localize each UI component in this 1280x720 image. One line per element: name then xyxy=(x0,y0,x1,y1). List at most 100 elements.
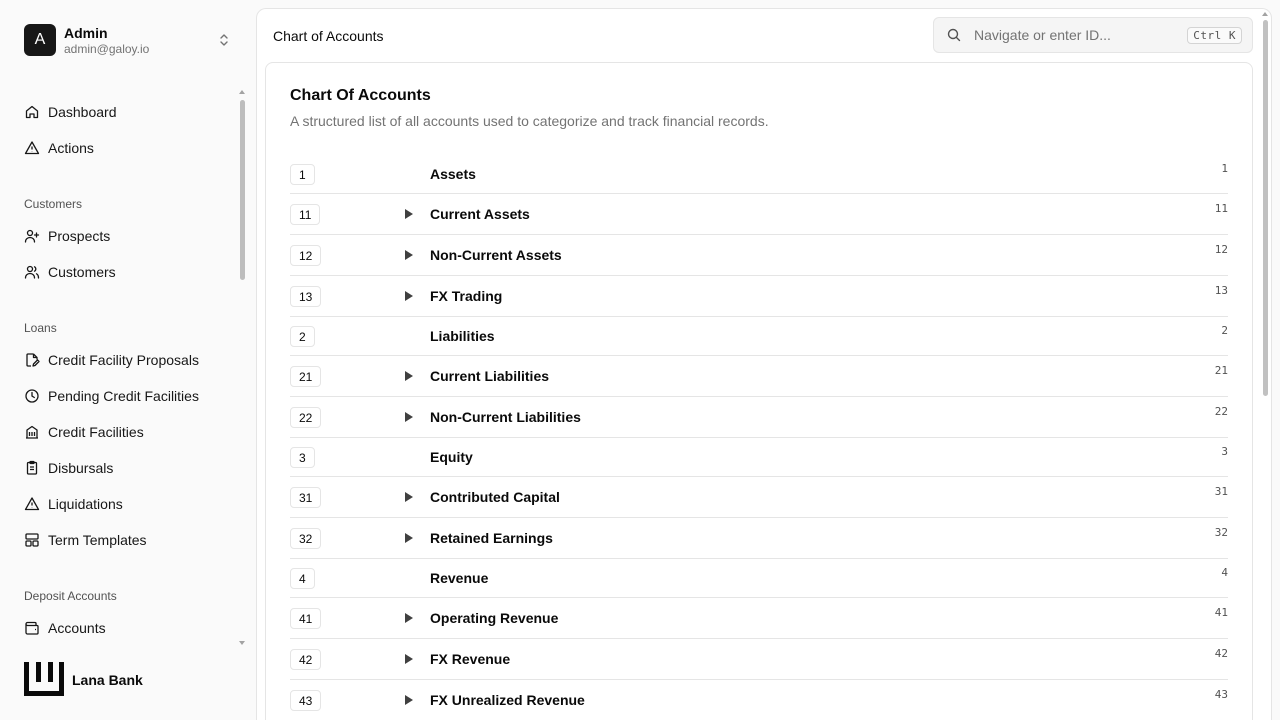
account-code: 3 xyxy=(1221,445,1228,458)
expand-caret-icon[interactable] xyxy=(405,533,413,543)
account-code: 4 xyxy=(1221,566,1228,579)
account-code: 32 xyxy=(1214,526,1228,539)
account-row[interactable]: 31 Contributed Capital 31 xyxy=(290,477,1228,518)
account-code: 42 xyxy=(1214,647,1228,660)
keyboard-shortcut: Ctrl K xyxy=(1187,26,1242,44)
card-title: Chart Of Accounts xyxy=(290,87,431,104)
search-icon xyxy=(947,28,961,42)
account-code-badge: 41 xyxy=(290,608,322,629)
user-name: Admin xyxy=(64,24,108,41)
account-row: 4 Revenue 4 xyxy=(290,559,1228,598)
expand-caret-icon[interactable] xyxy=(405,492,413,502)
user-info: Admin admin@galoy.io xyxy=(64,25,149,56)
expand-caret-icon[interactable] xyxy=(405,695,413,705)
sidebar-item-accounts[interactable]: Accounts xyxy=(24,614,106,642)
account-name: FX Unrealized Revenue xyxy=(430,692,585,708)
sidebar-item-prospects[interactable]: Prospects xyxy=(24,222,110,250)
account-row[interactable]: 41 Operating Revenue 41 xyxy=(290,598,1228,639)
account-code: 12 xyxy=(1214,243,1228,256)
account-code-badge: 4 xyxy=(290,568,315,589)
account-code-badge: 31 xyxy=(290,487,322,508)
account-code-badge: 43 xyxy=(290,690,322,711)
sidebar-scrollbar[interactable] xyxy=(240,100,245,280)
account-name: Current Liabilities xyxy=(430,368,550,384)
account-name: Liabilities xyxy=(430,328,495,344)
account-row[interactable]: 13 FX Trading 13 xyxy=(290,276,1228,317)
account-name: FX Revenue xyxy=(430,651,511,667)
account-row[interactable]: 42 FX Revenue 42 xyxy=(290,639,1228,680)
account-row[interactable]: 11 Current Assets 11 xyxy=(290,194,1228,235)
account-name: Non-Current Assets xyxy=(430,247,562,263)
account-row[interactable]: 43 FX Unrealized Revenue 43 xyxy=(290,680,1228,720)
account-code: 21 xyxy=(1214,364,1228,377)
users-icon xyxy=(24,265,40,279)
account-code: 13 xyxy=(1214,284,1228,297)
account-code-badge: 11 xyxy=(290,204,321,225)
alert-triangle-icon xyxy=(24,141,40,155)
account-code-badge: 22 xyxy=(290,407,322,428)
expand-caret-icon[interactable] xyxy=(405,209,413,219)
alert-triangle-icon xyxy=(24,497,40,511)
expand-caret-icon[interactable] xyxy=(405,412,413,422)
account-code: 11 xyxy=(1214,202,1228,215)
account-row: 1 Assets 1 xyxy=(290,155,1228,194)
sidebar-item-label: Pending Credit Facilities xyxy=(48,388,199,404)
search-input[interactable]: Navigate or enter ID... Ctrl K xyxy=(933,17,1253,53)
account-code-badge: 13 xyxy=(290,286,322,307)
expand-caret-icon[interactable] xyxy=(405,654,413,664)
wallet-icon xyxy=(25,621,39,635)
sidebar-item-label: Accounts xyxy=(48,620,106,636)
page-title: Chart of Accounts xyxy=(273,28,384,44)
expand-caret-icon[interactable] xyxy=(405,291,413,301)
expand-caret-icon[interactable] xyxy=(405,371,413,381)
sidebar-scroll-up[interactable] xyxy=(239,90,245,94)
page-scrollbar[interactable] xyxy=(1263,20,1268,396)
sidebar-item-disbursals[interactable]: Disbursals xyxy=(24,454,113,482)
sidebar-item-pending-credit-facilities[interactable]: Pending Credit Facilities xyxy=(24,382,199,410)
account-code-badge: 1 xyxy=(290,164,315,185)
account-row[interactable]: 32 Retained Earnings 32 xyxy=(290,518,1228,559)
expand-caret-icon[interactable] xyxy=(405,613,413,623)
account-code: 1 xyxy=(1221,162,1228,175)
account-code: 31 xyxy=(1214,485,1228,498)
account-code: 22 xyxy=(1214,405,1228,418)
layout-template-icon xyxy=(25,533,39,547)
account-row: 3 Equity 3 xyxy=(290,438,1228,477)
sidebar-item-term-templates[interactable]: Term Templates xyxy=(24,526,147,554)
sidebar-item-actions[interactable]: Actions xyxy=(24,134,94,162)
sidebar-item-label: Term Templates xyxy=(48,532,147,548)
sidebar-item-label: Credit Facility Proposals xyxy=(48,352,199,368)
user-plus-icon xyxy=(24,229,40,243)
clipboard-icon xyxy=(26,460,38,475)
clock-icon xyxy=(25,389,39,403)
account-code: 2 xyxy=(1221,324,1228,337)
brand-name: Lana Bank xyxy=(72,672,143,688)
account-row[interactable]: 12 Non-Current Assets 12 xyxy=(290,235,1228,276)
sidebar-item-label: Customers xyxy=(48,264,116,280)
page-scroll-up[interactable] xyxy=(1262,12,1268,16)
sidebar-scroll-down[interactable] xyxy=(239,641,245,645)
home-icon xyxy=(25,105,39,119)
account-name: Revenue xyxy=(430,570,489,586)
user-switcher[interactable]: A Admin admin@galoy.io xyxy=(24,24,240,56)
account-name: Contributed Capital xyxy=(430,489,560,505)
account-row: 2 Liabilities 2 xyxy=(290,317,1228,356)
sidebar-item-dashboard[interactable]: Dashboard xyxy=(24,98,117,126)
sidebar-item-label: Disbursals xyxy=(48,460,114,476)
account-row[interactable]: 21 Current Liabilities 21 xyxy=(290,356,1228,397)
account-name: Operating Revenue xyxy=(430,610,559,626)
sidebar-item-credit-facility-proposals[interactable]: Credit Facility Proposals xyxy=(24,346,199,374)
sidebar-item-liquidations[interactable]: Liquidations xyxy=(24,490,123,518)
account-row[interactable]: 22 Non-Current Liabilities 22 xyxy=(290,397,1228,438)
sidebar-item-customers[interactable]: Customers xyxy=(24,258,116,286)
sidebar-item-label: Prospects xyxy=(48,228,111,244)
lana-bank-logo xyxy=(24,662,64,696)
account-name: Assets xyxy=(430,166,476,182)
account-name: Equity xyxy=(430,449,473,465)
account-name: Current Assets xyxy=(430,206,530,222)
user-email: admin@galoy.io xyxy=(64,41,150,56)
nav-group-deposit-accounts: Deposit Accounts xyxy=(24,589,117,603)
sidebar-item-credit-facilities[interactable]: Credit Facilities xyxy=(24,418,144,446)
expand-caret-icon[interactable] xyxy=(405,250,413,260)
account-code-badge: 2 xyxy=(290,326,315,347)
